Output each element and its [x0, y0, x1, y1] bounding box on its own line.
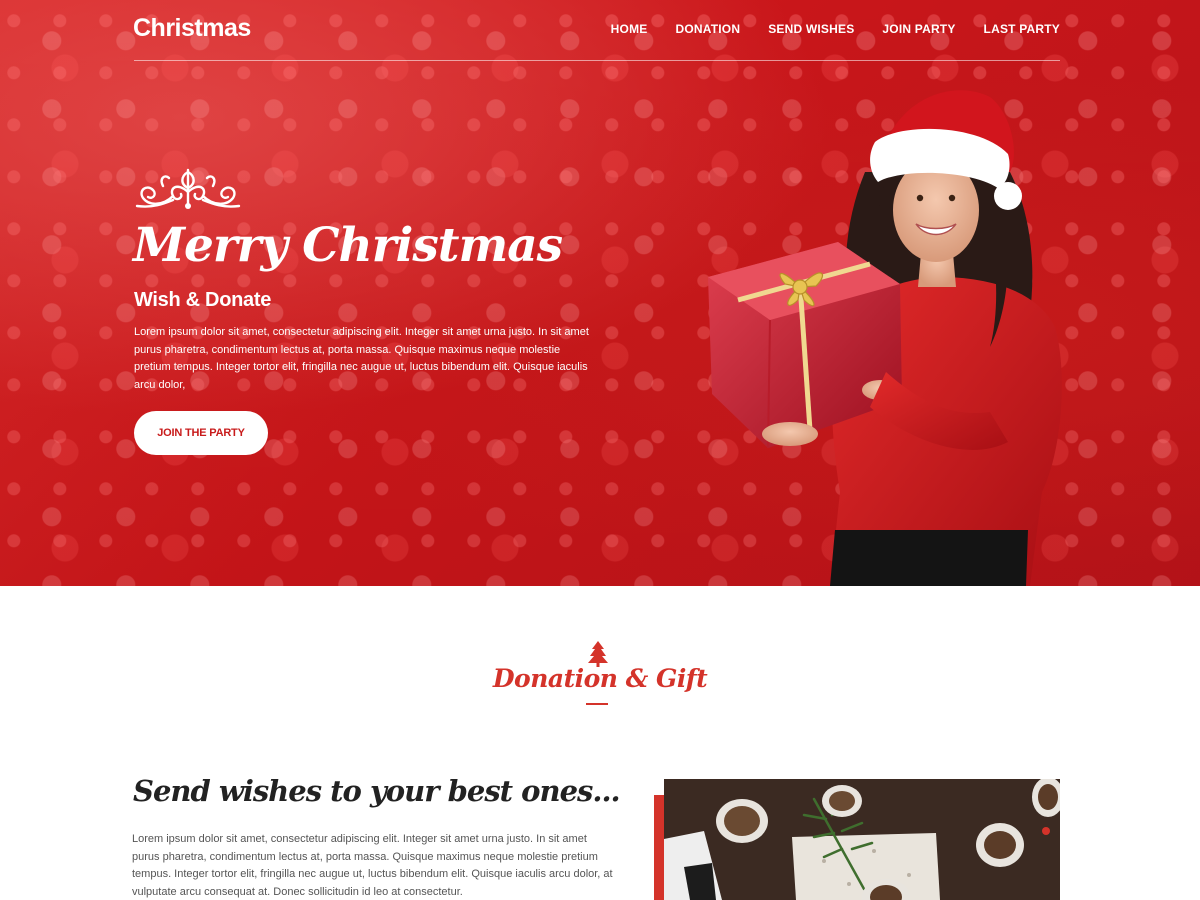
christmas-gifts-photo	[664, 779, 1060, 900]
join-the-party-button[interactable]: JOIN THE PARTY	[134, 411, 268, 455]
section-underline	[586, 703, 608, 705]
hero-section: Christmas HOME DONATION SEND WISHES JOIN…	[0, 0, 1200, 586]
hero-description: Lorem ipsum dolor sit amet, consectetur …	[134, 326, 589, 391]
hero-title: Merry Christmas	[133, 218, 563, 273]
nav-donation[interactable]: DONATION	[675, 22, 740, 36]
section-heading: Donation & Gift	[492, 664, 708, 693]
nav-home[interactable]: HOME	[611, 22, 648, 36]
nav-last-party[interactable]: LAST PARTY	[984, 22, 1060, 36]
woman-with-gift-image	[708, 90, 1062, 586]
wish-description: Lorem ipsum dolor sit amet, consectetur …	[132, 833, 613, 898]
site-logo[interactable]: Christmas	[133, 14, 251, 43]
ornament-flourish-icon	[135, 168, 241, 209]
nav-join-party[interactable]: JOIN PARTY	[882, 22, 955, 36]
main-nav: HOME DONATION SEND WISHES JOIN PARTY LAS…	[611, 22, 1060, 36]
nav-divider	[134, 60, 1060, 61]
wish-title: Send wishes to your best ones...	[133, 774, 621, 808]
hero-subtitle: Wish & Donate	[134, 289, 272, 311]
nav-send-wishes[interactable]: SEND WISHES	[768, 22, 854, 36]
